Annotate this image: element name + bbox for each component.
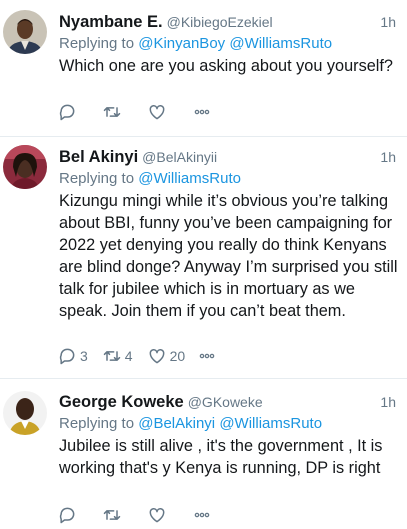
more-button[interactable] <box>192 102 212 122</box>
replying-to-label: Replying to <box>59 170 139 187</box>
more-icon <box>194 109 210 115</box>
retweet-count: 4 <box>124 348 133 364</box>
user-handle[interactable]: @KibiegoEzekiel <box>167 14 273 30</box>
like-icon <box>149 348 165 364</box>
tweet-actions <box>57 504 234 526</box>
tweet-header: Bel Akinyi @BelAkinyii <box>59 147 401 167</box>
user-handle[interactable]: @GKoweke <box>188 394 263 410</box>
retweet-icon <box>103 510 121 520</box>
tweet-actions <box>57 101 234 123</box>
reply-count: 3 <box>80 348 88 364</box>
retweet-button[interactable]: 4 <box>102 346 133 366</box>
timestamp[interactable]: 1h <box>380 392 396 412</box>
tweet[interactable]: Nyambane E. @KibiegoEzekiel 1h Replying t… <box>0 0 407 126</box>
reply-button[interactable] <box>57 102 80 122</box>
display-name[interactable]: Nyambane E. <box>59 13 163 31</box>
more-icon <box>199 353 215 359</box>
retweet-button[interactable] <box>102 102 125 122</box>
display-name[interactable]: Bel Akinyi <box>59 148 138 166</box>
replying-to: Replying to @WilliamsRuto <box>59 168 401 189</box>
like-count: 20 <box>169 348 186 364</box>
avatar[interactable] <box>3 145 47 189</box>
replying-to-label: Replying to <box>59 415 139 432</box>
reply-button[interactable]: 3 <box>57 346 88 366</box>
timestamp[interactable]: 1h <box>380 147 396 167</box>
replying-to: Replying to @KinyanBoy @WilliamsRuto <box>59 33 401 54</box>
tweet[interactable]: Bel Akinyi @BelAkinyii 1h Replying to @Wi… <box>0 137 407 377</box>
tweet-header: Nyambane E. @KibiegoEzekiel <box>59 12 401 32</box>
mention-link[interactable]: @WilliamsRuto <box>219 415 322 432</box>
reply-button[interactable] <box>57 505 80 525</box>
tweet-text: Kizungu mingi while it’s obvious you’re … <box>59 192 398 320</box>
retweet-icon <box>103 107 121 117</box>
mention-link[interactable]: @WilliamsRuto <box>229 35 332 52</box>
like-button[interactable] <box>147 505 170 525</box>
tweet[interactable]: George Koweke @GKoweke 1h Replying to @Be… <box>0 379 407 529</box>
reply-icon <box>59 104 75 121</box>
tweet-text: Jubilee is still alive , it's the govern… <box>59 437 383 477</box>
retweet-icon <box>103 351 121 361</box>
user-handle[interactable]: @BelAkinyii <box>142 149 217 165</box>
mention-link[interactable]: @WilliamsRuto <box>138 170 241 187</box>
like-button[interactable] <box>147 102 170 122</box>
retweet-button[interactable] <box>102 505 125 525</box>
more-button[interactable] <box>192 505 212 525</box>
avatar[interactable] <box>3 391 47 435</box>
tweet-actions: 3 4 20 <box>57 345 239 367</box>
mention-link[interactable]: @KinyanBoy <box>138 35 225 52</box>
display-name[interactable]: George Koweke <box>59 393 184 411</box>
more-icon <box>194 512 210 518</box>
replying-to-label: Replying to <box>59 35 139 52</box>
mention-link[interactable]: @BelAkinyi <box>138 415 215 432</box>
timestamp[interactable]: 1h <box>380 12 396 32</box>
replying-to: Replying to @BelAkinyi @WilliamsRuto <box>59 413 401 434</box>
like-icon <box>149 507 165 523</box>
like-icon <box>149 104 165 120</box>
reply-icon <box>59 348 75 365</box>
tweet-header: George Koweke @GKoweke <box>59 392 401 412</box>
tweet-text: Which one are you asking about you yours… <box>59 57 393 75</box>
more-button[interactable] <box>197 346 217 366</box>
reply-icon <box>59 507 75 524</box>
like-button[interactable]: 20 <box>147 346 186 366</box>
avatar[interactable] <box>3 10 47 54</box>
